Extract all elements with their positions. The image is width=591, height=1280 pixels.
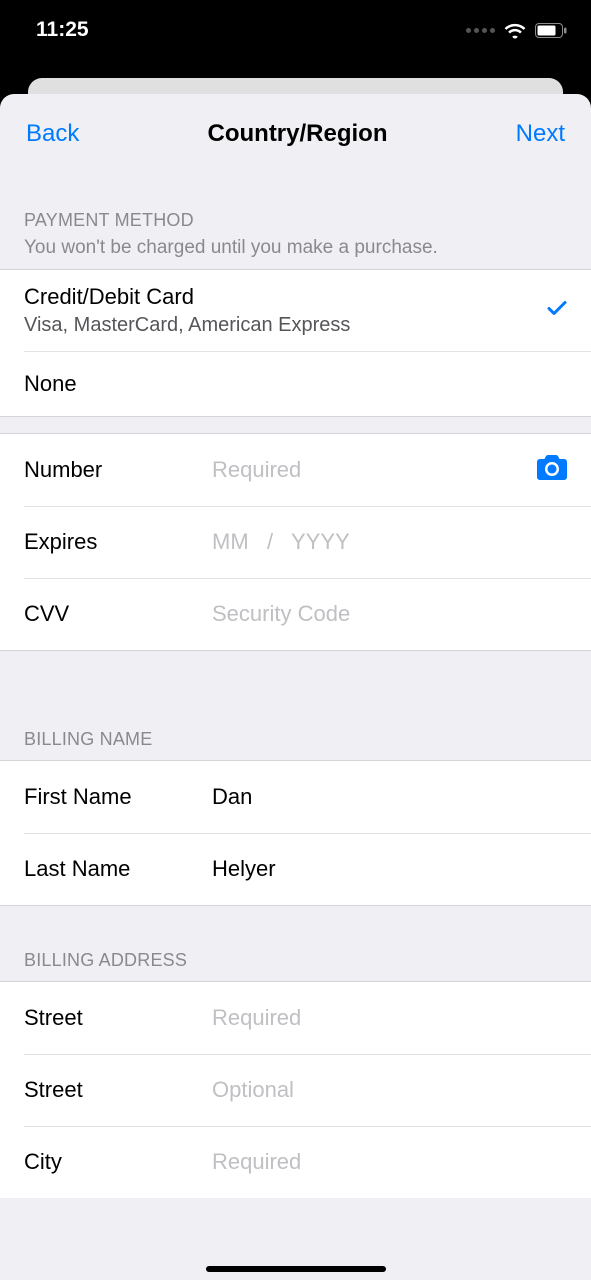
street2-label: Street [24,1077,212,1103]
payment-method-header: PAYMENT METHOD You won't be charged unti… [0,174,591,269]
street1-row[interactable]: Street [0,982,591,1054]
wifi-icon [503,21,527,39]
card-expires-input[interactable] [212,529,567,555]
payment-option-card-title: Credit/Debit Card [24,284,567,310]
nav-bar: Back Country/Region Next [0,94,591,174]
billing-address-title: BILLING ADDRESS [24,950,567,971]
checkmark-icon [545,296,569,325]
card-number-row[interactable]: Number [0,434,591,506]
card-cvv-row[interactable]: CVV [0,578,591,650]
status-time: 11:25 [36,18,89,42]
card-cvv-label: CVV [24,601,212,627]
battery-icon [535,23,567,38]
billing-address-header: BILLING ADDRESS [0,906,591,981]
card-number-input[interactable] [212,457,525,483]
card-fields-group: Number Expires CVV [0,433,591,651]
modal-sheet: Back Country/Region Next PAYMENT METHOD … [0,94,591,1280]
billing-name-group: First Name Last Name [0,760,591,906]
billing-address-group: Street Street City [0,981,591,1198]
payment-option-none-title: None [24,371,567,397]
camera-icon[interactable] [537,455,567,485]
first-name-row[interactable]: First Name [0,761,591,833]
last-name-row[interactable]: Last Name [0,833,591,905]
payment-method-options: Credit/Debit Card Visa, MasterCard, Amer… [0,269,591,417]
payment-method-note: You won't be charged until you make a pu… [24,237,567,259]
card-expires-label: Expires [24,529,212,555]
form-scroll[interactable]: PAYMENT METHOD You won't be charged unti… [0,174,591,1280]
city-row[interactable]: City [0,1126,591,1198]
cellular-dots-icon [466,28,495,33]
payment-method-title: PAYMENT METHOD [24,210,567,231]
billing-name-title: BILLING NAME [24,729,567,750]
last-name-label: Last Name [24,856,212,882]
status-bar: 11:25 [0,0,591,60]
street2-row[interactable]: Street [0,1054,591,1126]
card-number-label: Number [24,457,212,483]
city-label: City [24,1149,212,1175]
back-button[interactable]: Back [26,120,79,148]
street2-input[interactable] [212,1077,567,1103]
street1-input[interactable] [212,1005,567,1031]
last-name-input[interactable] [212,856,567,882]
next-button[interactable]: Next [516,120,565,148]
home-indicator[interactable] [206,1266,386,1272]
street1-label: Street [24,1005,212,1031]
first-name-input[interactable] [212,784,567,810]
payment-option-card-subtitle: Visa, MasterCard, American Express [24,314,567,337]
first-name-label: First Name [24,784,212,810]
page-title: Country/Region [208,120,388,148]
payment-option-none[interactable]: None [0,351,591,416]
city-input[interactable] [212,1149,567,1175]
status-icons [466,21,567,39]
payment-option-card[interactable]: Credit/Debit Card Visa, MasterCard, Amer… [0,270,591,351]
card-cvv-input[interactable] [212,601,567,627]
billing-name-header: BILLING NAME [0,651,591,760]
card-expires-row[interactable]: Expires [0,506,591,578]
